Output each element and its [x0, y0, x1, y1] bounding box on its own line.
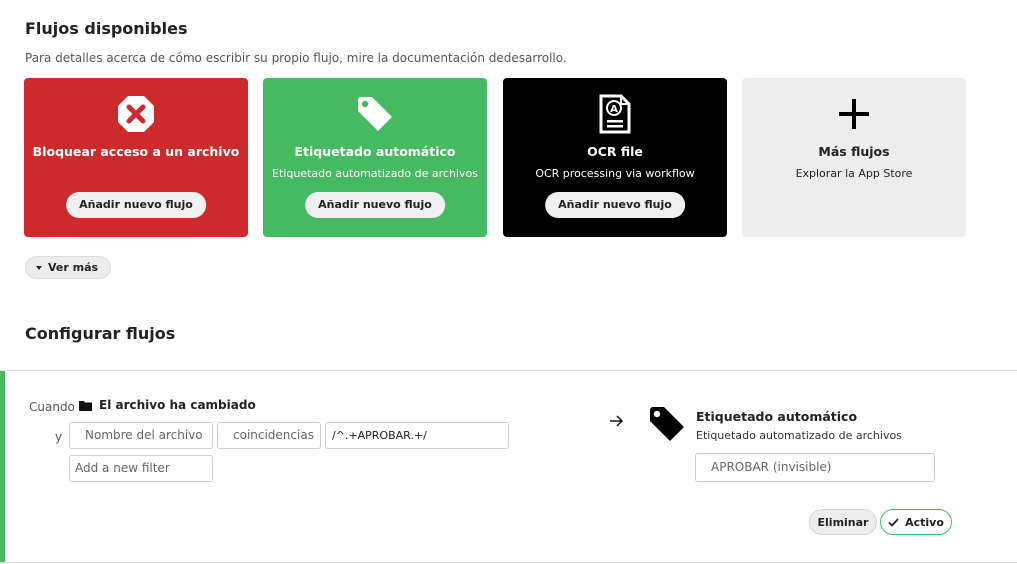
check-icon — [888, 517, 899, 527]
flow-card-description: Etiquetado automatizado de archivos — [272, 167, 478, 180]
see-more-button[interactable]: Ver más — [25, 256, 112, 279]
active-toggle-button[interactable]: Activo — [880, 509, 952, 535]
folder-icon — [79, 400, 92, 411]
svg-text:A: A — [610, 104, 618, 115]
event-selector[interactable]: El archivo ha cambiado — [79, 398, 256, 412]
flow-card-title: Etiquetado automático — [294, 144, 456, 159]
flow-card-auto-tagging: Etiquetado automático Etiquetado automat… — [263, 78, 487, 237]
close-circle-icon — [24, 94, 248, 134]
flow-card-title: OCR file — [587, 144, 643, 159]
add-flow-button[interactable]: Añadir nuevo flujo — [305, 192, 445, 218]
flow-card-description: OCR processing via workflow — [535, 167, 695, 180]
operation-description: Etiquetado automatizado de archivos — [696, 429, 902, 442]
add-filter-input[interactable]: Add a new filter — [69, 455, 213, 482]
caret-down-icon — [36, 265, 42, 270]
tag-select-input[interactable]: APROBAR (invisible) — [695, 453, 935, 482]
flow-card-title: Más flujos — [818, 144, 890, 159]
event-label: El archivo ha cambiado — [99, 398, 256, 412]
arrow-right-icon — [610, 412, 624, 431]
section-title-configure: Configurar flujos — [25, 324, 176, 343]
delete-button[interactable]: Eliminar — [809, 509, 877, 535]
add-flow-button[interactable]: Añadir nuevo flujo — [545, 192, 685, 218]
flow-card-title: Bloquear acceso a un archivo — [32, 144, 240, 159]
and-label: y — [55, 430, 63, 444]
tag-icon — [648, 405, 686, 447]
flow-card-block-access: Bloquear acceso a un archivo Añadir nuev… — [24, 78, 248, 237]
add-flow-button[interactable]: Añadir nuevo flujo — [66, 192, 206, 218]
page-subtitle: Para detalles acerca de cómo escribir su… — [25, 51, 567, 65]
when-label: Cuando — [29, 400, 75, 414]
ocr-document-icon: A — [503, 94, 727, 134]
flow-card-description: Explorar la App Store — [795, 167, 913, 180]
tag-icon — [263, 94, 487, 134]
divider — [0, 562, 1017, 563]
filter-value-input[interactable]: /^.+APROBAR.+/ — [325, 422, 509, 449]
workflow-rule: Cuando El archivo ha cambiado y Nombre d… — [0, 371, 1017, 562]
rule-active-indicator — [0, 371, 5, 562]
flow-card-ocr: A OCR file OCR processing via workflow A… — [503, 78, 727, 237]
flow-card-more-flows[interactable]: Más flujos Explorar la App Store — [742, 78, 966, 237]
active-label: Activo — [905, 515, 944, 529]
see-more-label: Ver más — [48, 261, 99, 274]
filter-operator-select[interactable]: coincidencias — [217, 422, 321, 449]
filter-property-select[interactable]: Nombre del archivo — [69, 422, 213, 449]
page-title: Flujos disponibles — [25, 19, 188, 38]
operation-title: Etiquetado automático — [696, 409, 858, 424]
plus-icon — [742, 94, 966, 134]
